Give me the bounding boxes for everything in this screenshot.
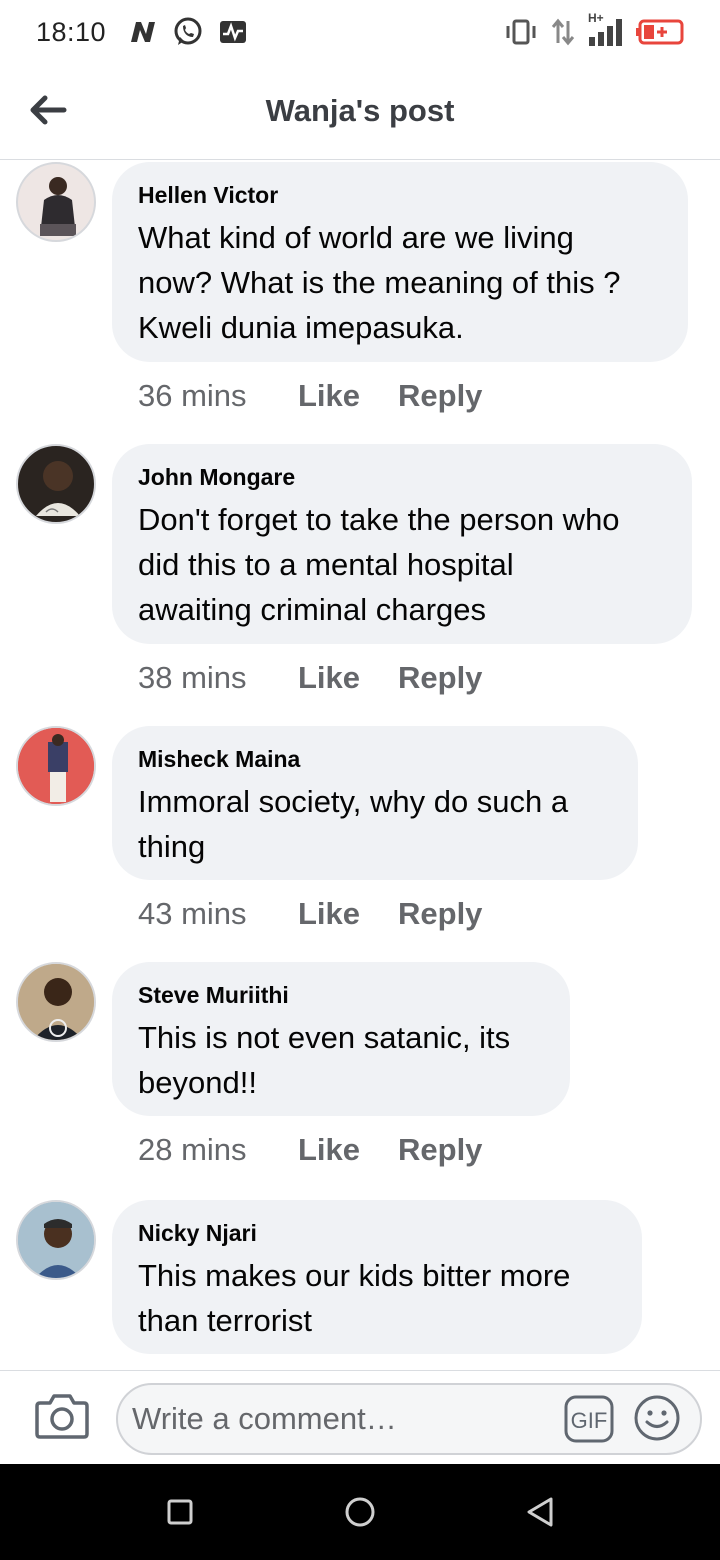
status-left-icons [128, 16, 248, 48]
status-time: 18:10 [36, 16, 107, 47]
network-label: H+ [588, 11, 604, 25]
comment-line: Kweli dunia imepasuka. [138, 310, 464, 345]
reply-button[interactable]: Reply [398, 1132, 482, 1168]
comment-text: What kind of world are we living now? Wh… [138, 215, 662, 350]
reply-button[interactable]: Reply [398, 660, 482, 696]
comment-bubble[interactable]: Nicky Njari This makes our kids bitter m… [112, 1200, 642, 1354]
battery-icon [636, 19, 684, 45]
avatar[interactable] [16, 1200, 96, 1280]
emoji-button[interactable] [632, 1393, 682, 1443]
like-button[interactable]: Like [298, 1132, 398, 1168]
comment-author[interactable]: Hellen Victor [138, 182, 662, 209]
comment-bubble[interactable]: Misheck Maina Immoral society, why do su… [112, 726, 638, 880]
comment-line: What kind of world are we living [138, 220, 574, 255]
comment-text: This makes our kids bitter more than ter… [138, 1253, 616, 1343]
smiley-icon [634, 1395, 680, 1441]
reply-button[interactable]: Reply [398, 896, 482, 932]
comment-list[interactable]: Hellen Victor What kind of world are we … [0, 160, 720, 1370]
reply-button[interactable]: Reply [398, 378, 482, 414]
comment-actions: 43 mins Like Reply [138, 896, 482, 932]
comment-input[interactable]: Write a comment… GIF [116, 1383, 702, 1455]
comment-line: beyond!! [138, 1065, 257, 1100]
like-button[interactable]: Like [298, 660, 398, 696]
comment-bubble[interactable]: Hellen Victor What kind of world are we … [112, 162, 688, 362]
comment-bubble[interactable]: John Mongare Don't forget to take the pe… [112, 444, 692, 644]
comment-author[interactable]: Nicky Njari [138, 1220, 616, 1247]
comment-time: 36 mins [138, 378, 247, 413]
like-button[interactable]: Like [298, 896, 398, 932]
avatar[interactable] [16, 162, 96, 242]
comment-bubble[interactable]: Steve Muriithi This is not even satanic,… [112, 962, 570, 1116]
comment-text: Immoral society, why do such a thing [138, 779, 612, 869]
comment-time: 28 mins [138, 1132, 247, 1167]
avatar[interactable] [16, 726, 96, 806]
comment-composer: Write a comment… GIF [0, 1370, 720, 1464]
like-button[interactable]: Like [298, 378, 398, 414]
activity-icon [220, 21, 247, 43]
status-right-icons: H+ [504, 11, 684, 47]
avatar[interactable] [16, 444, 96, 524]
comment-line: Immoral society, why do such a [138, 784, 569, 819]
system-nav-bar [0, 1464, 720, 1560]
comment-line: now? What is the meaning of this ? [138, 265, 621, 300]
home-icon[interactable] [342, 1494, 378, 1530]
comment-text: This is not even satanic, its beyond!! [138, 1015, 544, 1105]
page-title: Wanja's post [265, 92, 455, 128]
comment-line: This is not even satanic, its [138, 1020, 511, 1055]
status-bar: 18:10 H+ [0, 0, 720, 64]
back-nav-icon[interactable] [522, 1494, 558, 1530]
gif-label: GIF [571, 1408, 608, 1433]
recents-icon[interactable] [162, 1494, 198, 1530]
comment-text: Don't forget to take the person who did … [138, 497, 666, 632]
camera-button[interactable] [34, 1391, 90, 1441]
comment-line: Don't forget to take the person who [138, 502, 620, 537]
gif-button[interactable]: GIF [564, 1395, 614, 1443]
camera-icon [35, 1394, 89, 1439]
n-icon [131, 22, 156, 42]
comment-line: This makes our kids bitter more [138, 1258, 571, 1293]
comment-author[interactable]: Misheck Maina [138, 746, 612, 773]
vibrate-icon [506, 19, 536, 45]
avatar[interactable] [16, 962, 96, 1042]
comment-actions: 36 mins Like Reply [138, 378, 482, 414]
comment-actions: 28 mins Like Reply [138, 1132, 482, 1168]
comment-line: than terrorist [138, 1303, 313, 1338]
back-button[interactable] [26, 88, 70, 132]
signal-icon: H+ [588, 11, 624, 47]
comment-time: 38 mins [138, 660, 247, 695]
comment-author[interactable]: Steve Muriithi [138, 982, 544, 1009]
back-arrow-icon [30, 95, 67, 125]
comment-actions: 38 mins Like Reply [138, 660, 482, 696]
comment-placeholder: Write a comment… [132, 1401, 397, 1436]
comment-author[interactable]: John Mongare [138, 464, 666, 491]
comment-line: did this to a mental hospital [138, 547, 514, 582]
comment-line: awaiting criminal charges [138, 592, 487, 627]
app-header: Wanja's post [0, 64, 720, 160]
comment-line: thing [138, 829, 206, 864]
whatsapp-icon [174, 17, 202, 45]
data-arrows-icon [551, 18, 575, 46]
comment-time: 43 mins [138, 896, 247, 931]
